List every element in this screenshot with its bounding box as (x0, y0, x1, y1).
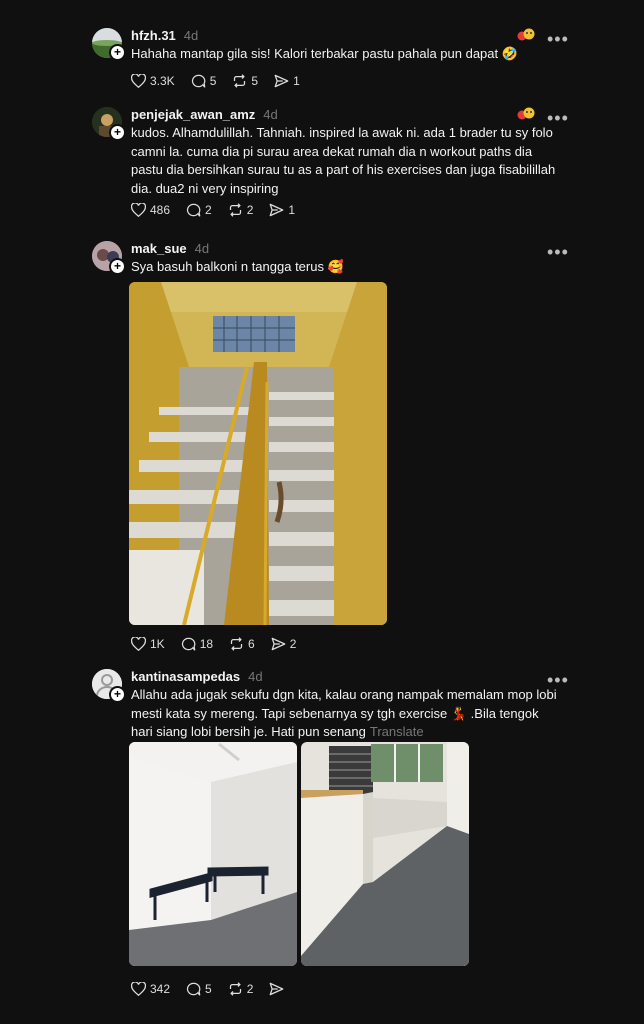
follow-plus-icon[interactable]: + (109, 686, 126, 703)
username-text[interactable]: kantinasampedas (131, 669, 240, 684)
lobby-bench-photo (129, 742, 297, 966)
heart-icon (131, 982, 146, 996)
comment-icon (186, 982, 201, 996)
repost-button[interactable]: 2 (228, 982, 254, 996)
post-image-lobby-floor[interactable] (301, 742, 469, 966)
username[interactable]: kantinasampedas 4d (131, 669, 263, 684)
translate-link[interactable]: Translate (370, 724, 424, 739)
post-text: Allahu ada jugak sekufu dgn kita, kalau … (131, 686, 561, 742)
action-bar: 342 5 2 (131, 981, 304, 997)
share-button[interactable] (269, 982, 288, 996)
repost-count: 2 (246, 982, 254, 996)
comment-button[interactable]: 5 (186, 982, 212, 996)
post: + kantinasampedas 4d ••• Allahu ada jugak… (0, 0, 644, 1024)
timestamp: 4d (248, 669, 263, 684)
post-text-content: Allahu ada jugak sekufu dgn kita, kalau … (131, 687, 557, 739)
lobby-floor-photo (301, 742, 469, 966)
comment-count: 5 (205, 982, 212, 996)
share-icon (270, 982, 284, 996)
more-icon[interactable]: ••• (547, 671, 569, 689)
like-count: 342 (150, 982, 171, 996)
post-image-lobby-bench[interactable] (129, 742, 297, 966)
repost-icon (229, 982, 241, 996)
like-button[interactable]: 342 (131, 982, 170, 996)
